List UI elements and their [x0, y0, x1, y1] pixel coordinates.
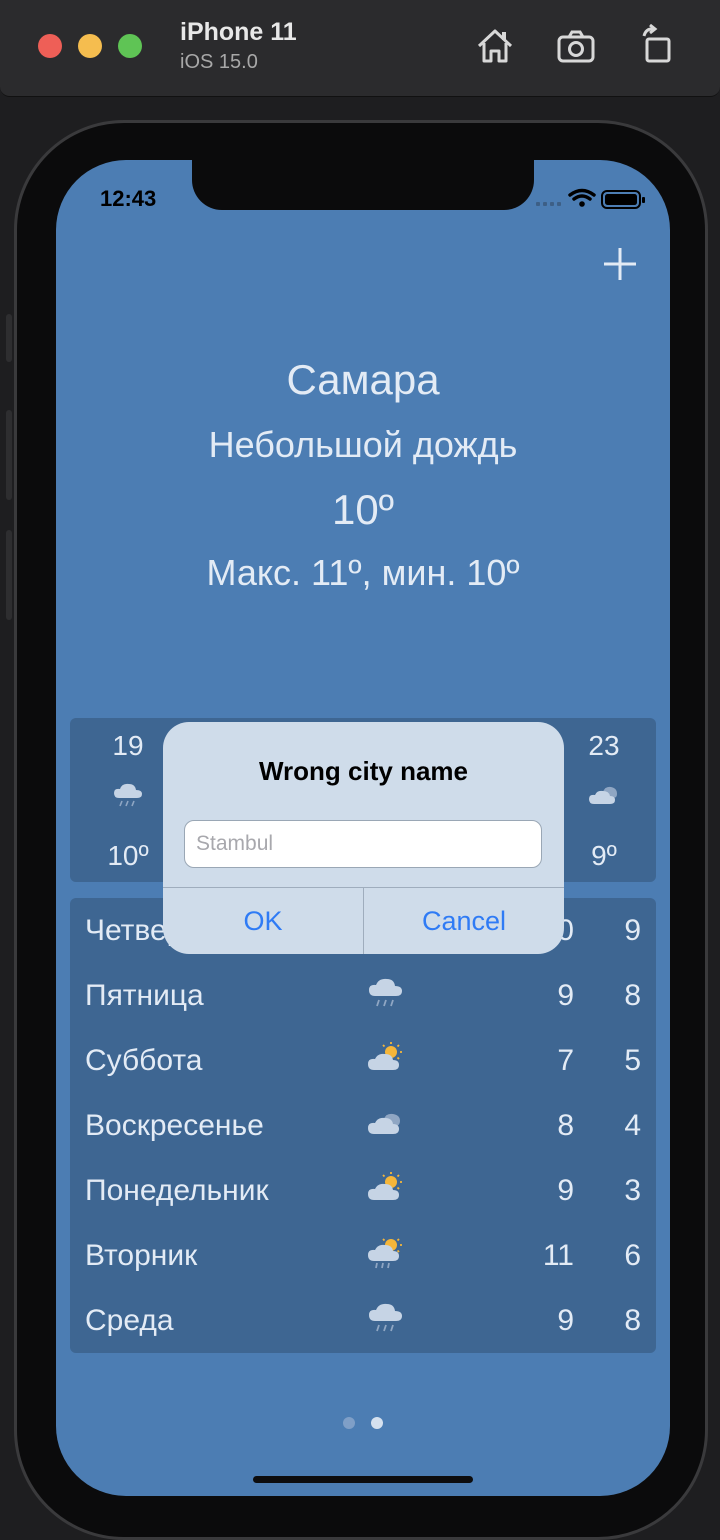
rain-cloud-icon — [369, 1303, 402, 1332]
device-name: iPhone 11 — [180, 18, 297, 46]
minimize-window-button[interactable] — [78, 34, 102, 58]
hour-item: 23 9º — [569, 718, 639, 882]
rain-cloud-icon — [114, 783, 142, 807]
page-dot[interactable] — [343, 1417, 355, 1429]
partly-sunny-icon — [368, 1042, 402, 1070]
list-item: Понедельник 9 3 — [70, 1160, 656, 1225]
signal-icon — [536, 202, 561, 206]
day-name: Вторник — [85, 1239, 198, 1272]
city-name: Самара — [286, 356, 440, 403]
status-time: 12:43 — [100, 186, 157, 211]
day-min-temperature: 5 — [624, 1044, 641, 1077]
day-max-temperature: 9 — [557, 979, 574, 1012]
max-min-temperature: Макс. 11º, мин. 10º — [206, 552, 520, 593]
day-name: Суббота — [85, 1044, 203, 1077]
rain-cloud-icon — [369, 978, 402, 1007]
day-name: Пятница — [85, 979, 204, 1012]
day-name: Воскресенье — [85, 1109, 264, 1142]
notch — [192, 160, 534, 210]
hour-label: 23 — [588, 730, 620, 761]
hour-label: 19 — [112, 730, 144, 761]
day-max-temperature: 11 — [542, 1239, 574, 1272]
rotate-icon[interactable] — [636, 23, 680, 68]
current-temperature: 10º — [331, 486, 395, 533]
partly-sunny-icon — [368, 1172, 402, 1200]
zoom-window-button[interactable] — [118, 34, 142, 58]
cancel-button[interactable]: Cancel — [364, 888, 564, 954]
alert-title: Wrong city name — [258, 756, 468, 786]
cloudy-icon — [589, 786, 617, 804]
day-min-temperature: 8 — [624, 1304, 641, 1337]
hour-item: 19 10º — [93, 718, 163, 882]
weather-description: Небольшой дождь — [208, 424, 518, 465]
status-icons — [536, 188, 648, 210]
day-name: Понедельник — [85, 1174, 269, 1207]
list-item: Среда 9 8 — [70, 1290, 656, 1353]
daily-forecast[interactable]: Четверг 10 9 Пятница 9 8 Суббота — [70, 898, 656, 1353]
wrong-city-alert: Wrong city name OK Cancel — [163, 722, 564, 954]
day-max-temperature: 9 — [557, 1174, 574, 1207]
day-max-temperature: 8 — [557, 1109, 574, 1142]
volume-up-button — [6, 410, 12, 500]
plus-icon — [604, 248, 636, 280]
day-max-temperature: 9 — [557, 1304, 574, 1337]
day-min-temperature: 6 — [624, 1239, 641, 1272]
add-city-button[interactable] — [600, 244, 640, 284]
wifi-icon — [568, 188, 596, 207]
hour-temperature: 10º — [107, 840, 149, 871]
cloudy-icon — [368, 1113, 400, 1134]
list-item: Вторник 11 6 — [70, 1225, 656, 1290]
day-min-temperature: 9 — [624, 914, 641, 947]
battery-icon — [601, 190, 645, 209]
day-min-temperature: 4 — [624, 1109, 641, 1142]
mute-switch — [6, 314, 12, 362]
day-max-temperature: 7 — [557, 1044, 574, 1077]
close-window-button[interactable] — [38, 34, 62, 58]
screenshot-icon[interactable] — [554, 24, 598, 68]
day-name: Среда — [85, 1304, 174, 1337]
sun-rain-icon — [368, 1238, 402, 1269]
volume-down-button — [6, 530, 12, 620]
ok-button[interactable]: OK — [163, 888, 363, 954]
day-min-temperature: 3 — [624, 1174, 641, 1207]
home-icon[interactable] — [473, 24, 517, 68]
list-item: Воскресенье 8 4 — [70, 1095, 656, 1160]
home-indicator[interactable] — [253, 1476, 473, 1483]
day-min-temperature: 8 — [624, 979, 641, 1012]
list-item: Пятница 9 8 — [70, 965, 656, 1030]
page-indicator[interactable] — [56, 1416, 670, 1434]
os-version: iOS 15.0 — [180, 51, 258, 73]
hour-temperature: 9º — [591, 840, 617, 871]
city-input[interactable] — [184, 820, 542, 868]
list-item: Суббота 7 5 — [70, 1030, 656, 1095]
page-dot-current[interactable] — [371, 1417, 383, 1429]
simulator-title-bar: iPhone 11 iOS 15.0 — [0, 0, 720, 97]
